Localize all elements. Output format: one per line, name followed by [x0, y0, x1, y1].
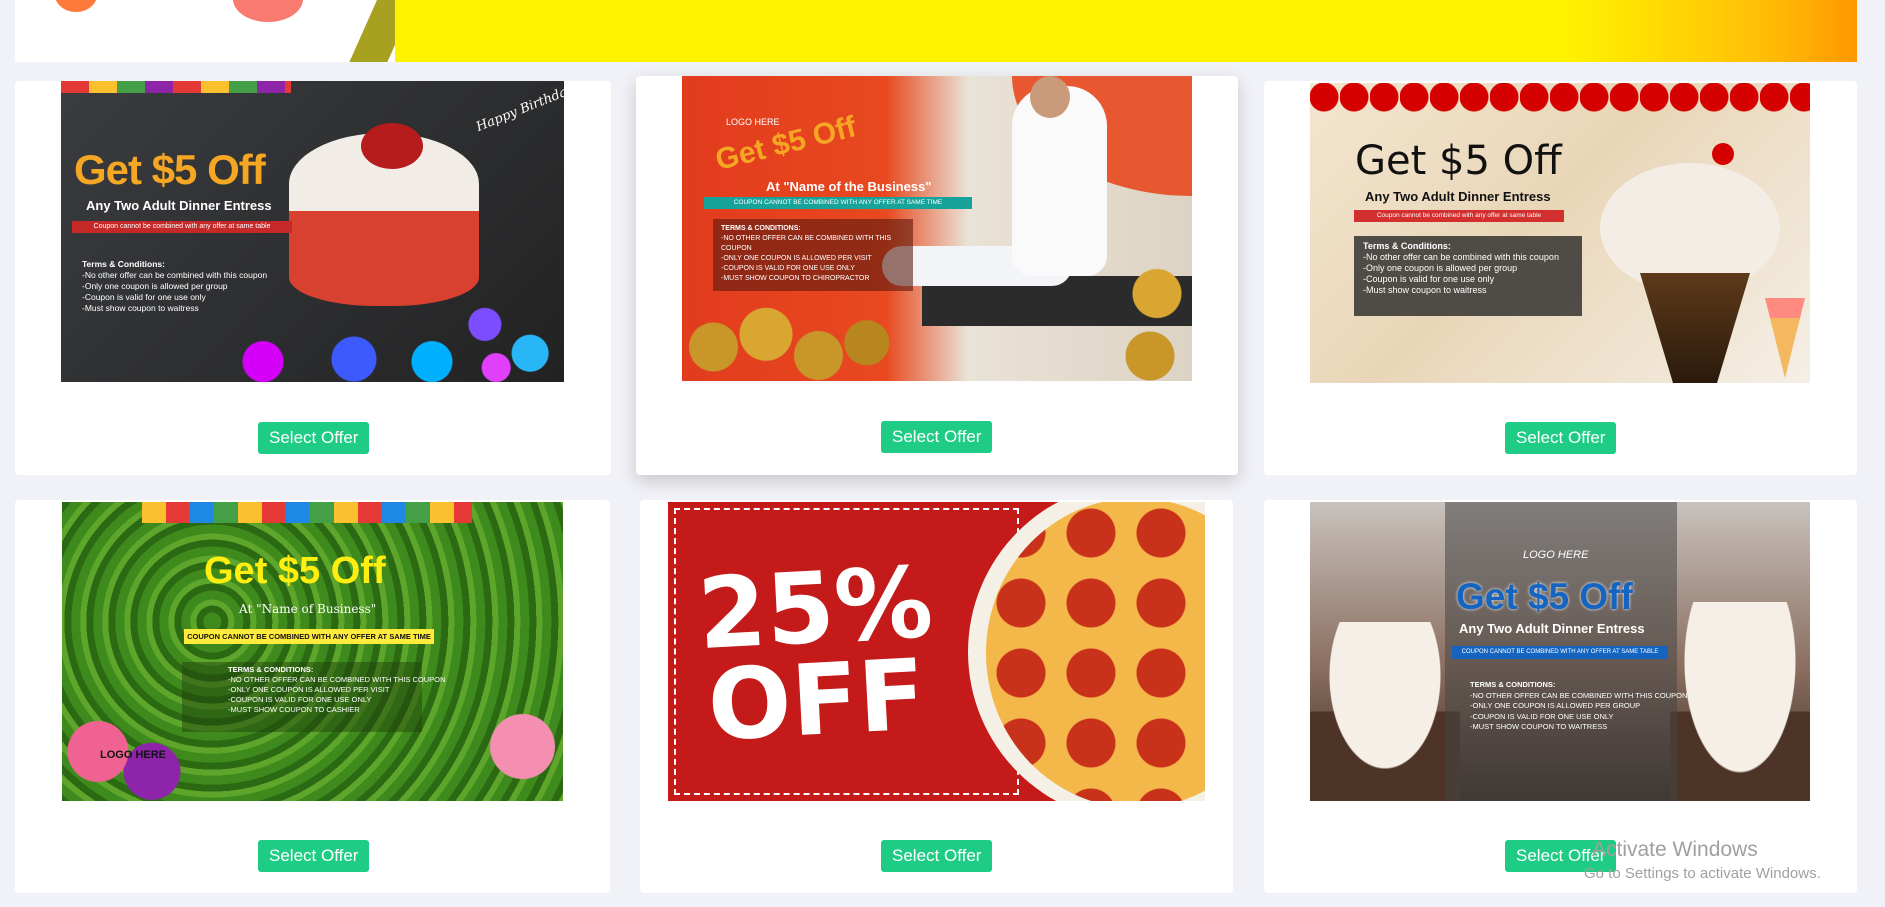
terms-line: -Must show coupon to waitress: [1363, 285, 1487, 295]
offer-card-4[interactable]: Get $5 Off At "Name of Business" COUPON …: [15, 500, 610, 893]
disclaimer-ribbon: COUPON CANNOT BE COMBINED WITH ANY OFFER…: [1452, 646, 1668, 659]
select-offer-button[interactable]: Select Offer: [258, 422, 370, 454]
disclaimer-ribbon: COUPON CANNOT BE COMBINED WITH ANY OFFER…: [704, 197, 972, 209]
terms-title: TERMS & CONDITIONS:: [228, 665, 314, 674]
logo-placeholder: LOGO HERE: [1523, 549, 1589, 561]
terms-line: -ONLY ONE COUPON IS ALLOWED PER VISIT: [721, 255, 872, 262]
terms-title: Terms & Conditions:: [1363, 241, 1451, 251]
terms-block: TERMS & CONDITIONS: -NO OTHER OFFER CAN …: [713, 219, 913, 291]
disclaimer-text: COUPON CANNOT BE COMBINED WITH ANY OFFER…: [187, 632, 431, 641]
terms-line: -NO OTHER OFFER CAN BE COMBINED WITH THI…: [1470, 690, 1688, 700]
berries: [361, 123, 423, 169]
terms-line: -Must show coupon to waitress: [82, 303, 199, 313]
disclaimer-text: COUPON CANNOT BE COMBINED WITH ANY OFFER…: [733, 199, 943, 206]
terms-block: TERMS & CONDITIONS: -NO OTHER OFFER CAN …: [228, 665, 445, 715]
disclaimer-ribbon: COUPON CANNOT BE COMBINED WITH ANY OFFER…: [184, 629, 434, 644]
offer-image-pizza[interactable]: 25% OFF: [668, 502, 1205, 801]
disclaimer-text: Coupon cannot be combined with any offer…: [93, 223, 271, 230]
offer-image-cake[interactable]: Happy Birthday! Get $5 Off Any Two Adult…: [61, 81, 564, 382]
balloons-bottom: [211, 331, 471, 382]
bunting: [61, 81, 291, 93]
disclaimer-text: COUPON CANNOT BE COMBINED WITH ANY OFFER…: [1461, 649, 1659, 655]
disclaimer-ribbon: Coupon cannot be combined with any offer…: [72, 221, 292, 233]
terms-line: -Only one coupon is allowed per group: [1363, 263, 1518, 273]
bunting: [142, 502, 472, 523]
offer-headline: Get $5 Off: [1456, 576, 1633, 617]
decor-flower: [233, 0, 303, 22]
offer-headline: Get $5 Off: [1355, 138, 1562, 184]
terms-line: -MUST SHOW COUPON TO CASHIER: [228, 705, 360, 714]
cupcake-right: [1670, 602, 1810, 801]
terms-title: TERMS & CONDITIONS:: [1470, 680, 1556, 689]
offer-image-icecream[interactable]: Get $5 Off Any Two Adult Dinner Entress …: [1310, 83, 1810, 383]
offer-headline: Get $5 Off: [204, 550, 386, 592]
terms-block: Terms & Conditions: -No other offer can …: [82, 259, 267, 314]
sundae-glass: [1640, 273, 1750, 383]
terms-line: -COUPON IS VALID FOR ONE USE ONLY: [721, 265, 855, 272]
doctor-head: [1030, 76, 1070, 118]
banner-yellow-band: [395, 0, 1857, 62]
offer-headline-bottom: OFF: [705, 638, 929, 764]
offer-subline: At "Name of the Business": [766, 179, 932, 194]
select-offer-button[interactable]: Select Offer: [881, 840, 993, 872]
terms-title: Terms & Conditions:: [82, 259, 165, 269]
gift-boxes-right: [482, 692, 563, 801]
offer-image-peppers[interactable]: Get $5 Off At "Name of Business" COUPON …: [62, 502, 563, 801]
terms-block: Terms & Conditions: -No other offer can …: [1354, 236, 1582, 316]
offer-image-chiropractor[interactable]: LOGO HERE Get $5 Off At "Name of the Bus…: [682, 76, 1192, 381]
offer-card-3[interactable]: Get $5 Off Any Two Adult Dinner Entress …: [1264, 81, 1857, 475]
disclaimer-text: Coupon cannot be combined with any offer…: [1376, 212, 1542, 219]
offer-card-5[interactable]: 25% OFF Select Offer: [640, 500, 1233, 893]
offer-image-cupcakes[interactable]: LOGO HERE Get $5 Off Any Two Adult Dinne…: [1310, 502, 1810, 801]
disclaimer-ribbon: Coupon cannot be combined with any offer…: [1354, 210, 1564, 222]
cherry: [1712, 143, 1734, 165]
offer-subline: Any Two Adult Dinner Entress: [1459, 621, 1645, 636]
terms-line: -ONLY ONE COUPON IS ALLOWED PER GROUP: [1470, 701, 1641, 710]
offer-subline: Any Two Adult Dinner Entress: [1365, 189, 1551, 204]
cupcake-left: [1310, 622, 1460, 801]
terms-title: TERMS & CONDITIONS:: [721, 225, 801, 232]
gold-balloons-right: [1122, 256, 1192, 381]
terms-line: -COUPON IS VALID FOR ONE USE ONLY: [1470, 711, 1614, 721]
offer-card-2[interactable]: LOGO HERE Get $5 Off At "Name of the Bus…: [636, 76, 1238, 475]
terms-line: -NO OTHER OFFER CAN BE COMBINED WITH THI…: [721, 235, 892, 252]
watermark-subtitle: Go to Settings to activate Windows.: [1584, 865, 1821, 882]
logo-placeholder: LOGO HERE: [100, 749, 167, 761]
select-offer-button[interactable]: Select Offer: [1505, 422, 1617, 454]
offer-card-6[interactable]: LOGO HERE Get $5 Off Any Two Adult Dinne…: [1264, 500, 1857, 893]
select-offer-button[interactable]: Select Offer: [881, 421, 993, 453]
decor-shape: [55, 0, 97, 12]
decor-text: Happy Birthday!: [474, 81, 564, 135]
terms-line: -No other offer can be combined with thi…: [1363, 252, 1559, 262]
gold-balloons: [682, 296, 892, 381]
offer-subline: Any Two Adult Dinner Entress: [86, 198, 272, 213]
terms-block: TERMS & CONDITIONS: -NO OTHER OFFER CAN …: [1470, 680, 1687, 733]
terms-line: -Coupon is valid for one use only: [1363, 274, 1495, 284]
terms-line: -Only one coupon is allowed per group: [82, 281, 228, 291]
terms-line: -MUST SHOW COUPON TO CHIROPRACTOR: [721, 275, 870, 282]
red-balloons: [1310, 83, 1810, 113]
terms-line: -NO OTHER OFFER CAN BE COMBINED WITH THI…: [228, 675, 446, 684]
terms-line: -COUPON IS VALID FOR ONE USE ONLY: [228, 695, 372, 704]
offer-headline: Get $5 Off: [74, 146, 266, 193]
terms-line: -No other offer can be combined with thi…: [82, 270, 268, 280]
terms-line: -ONLY ONE COUPON IS ALLOWED PER VISIT: [228, 685, 390, 694]
offer-subline: At "Name of Business": [239, 602, 377, 616]
top-banner: [15, 0, 1857, 62]
terms-line: -Coupon is valid for one use only: [82, 292, 206, 302]
cone-icon: [1765, 298, 1805, 378]
watermark-title: Activate Windows: [1592, 838, 1758, 861]
select-offer-button[interactable]: Select Offer: [258, 840, 370, 872]
offer-card-1[interactable]: Happy Birthday! Get $5 Off Any Two Adult…: [15, 81, 611, 475]
terms-line: -MUST SHOW COUPON TO WAITRESS: [1470, 722, 1608, 731]
logo-placeholder: LOGO HERE: [726, 117, 780, 127]
